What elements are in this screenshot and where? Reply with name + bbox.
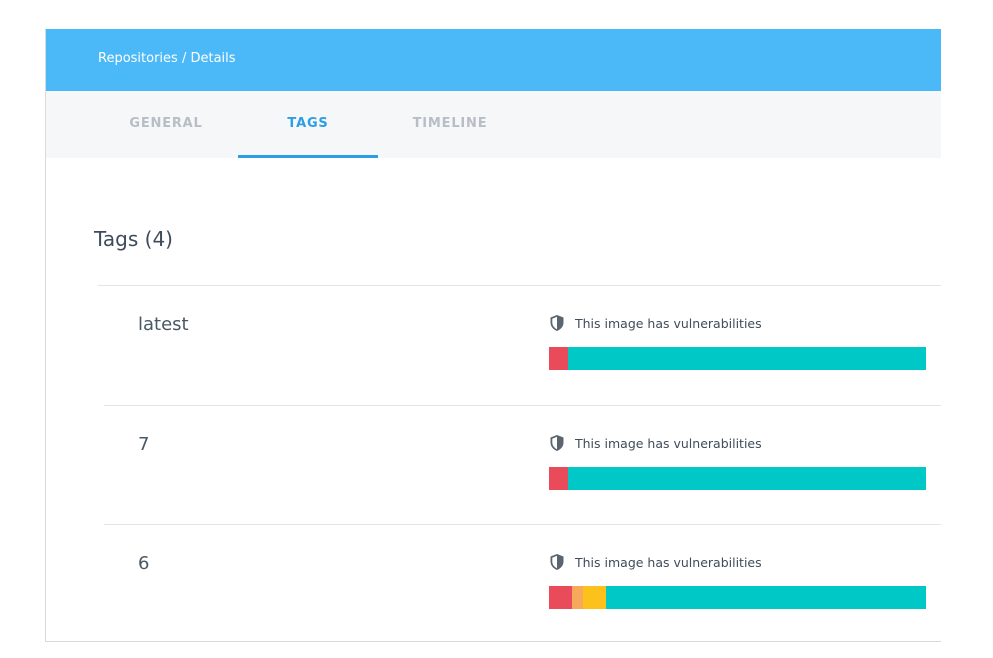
vulnerability-status-text: This image has vulnerabilities xyxy=(575,315,762,331)
tag-name[interactable]: 6 xyxy=(138,553,149,574)
vulnerability-severity-bar[interactable] xyxy=(549,347,926,370)
repository-details-panel: Repositories / Details GENERAL TAGS TIME… xyxy=(45,29,941,642)
shield-icon xyxy=(550,315,564,331)
tab-general[interactable]: GENERAL xyxy=(96,91,236,158)
row-divider xyxy=(104,524,941,525)
tag-row[interactable]: 7 This image has vulnerabilities xyxy=(46,405,941,525)
severity-critical-segment xyxy=(549,347,568,370)
page-header: Repositories / Details xyxy=(46,29,941,91)
vulnerability-status: This image has vulnerabilities xyxy=(549,313,762,333)
tags-section-title: Tags (4) xyxy=(94,227,173,251)
severity-high-segment xyxy=(571,586,583,609)
severity-critical-segment xyxy=(549,586,572,609)
tab-bar: GENERAL TAGS TIMELINE xyxy=(46,91,941,158)
tag-name[interactable]: latest xyxy=(138,314,189,335)
row-divider xyxy=(104,405,941,406)
severity-medium-segment xyxy=(582,586,606,609)
vulnerability-status-text: This image has vulnerabilities xyxy=(575,435,762,451)
breadcrumb[interactable]: Repositories / Details xyxy=(98,51,236,66)
row-divider xyxy=(98,285,941,286)
shield-icon xyxy=(550,435,564,451)
vulnerability-severity-bar[interactable] xyxy=(549,586,926,609)
vulnerability-status-text: This image has vulnerabilities xyxy=(575,554,762,570)
severity-none-segment xyxy=(567,347,926,370)
tab-timeline[interactable]: TIMELINE xyxy=(380,91,520,158)
vulnerability-status: This image has vulnerabilities xyxy=(549,552,762,572)
shield-icon xyxy=(550,554,564,570)
severity-none-segment xyxy=(605,586,926,609)
vulnerability-severity-bar[interactable] xyxy=(549,467,926,490)
tag-row[interactable]: 6 This image has vulnerabilities xyxy=(46,524,941,641)
tab-tags[interactable]: TAGS xyxy=(238,91,378,158)
tag-row[interactable]: latest This image has vulnerabilities xyxy=(46,285,941,405)
severity-critical-segment xyxy=(549,467,568,490)
tag-name[interactable]: 7 xyxy=(138,434,149,455)
severity-none-segment xyxy=(567,467,926,490)
vulnerability-status: This image has vulnerabilities xyxy=(549,433,762,453)
